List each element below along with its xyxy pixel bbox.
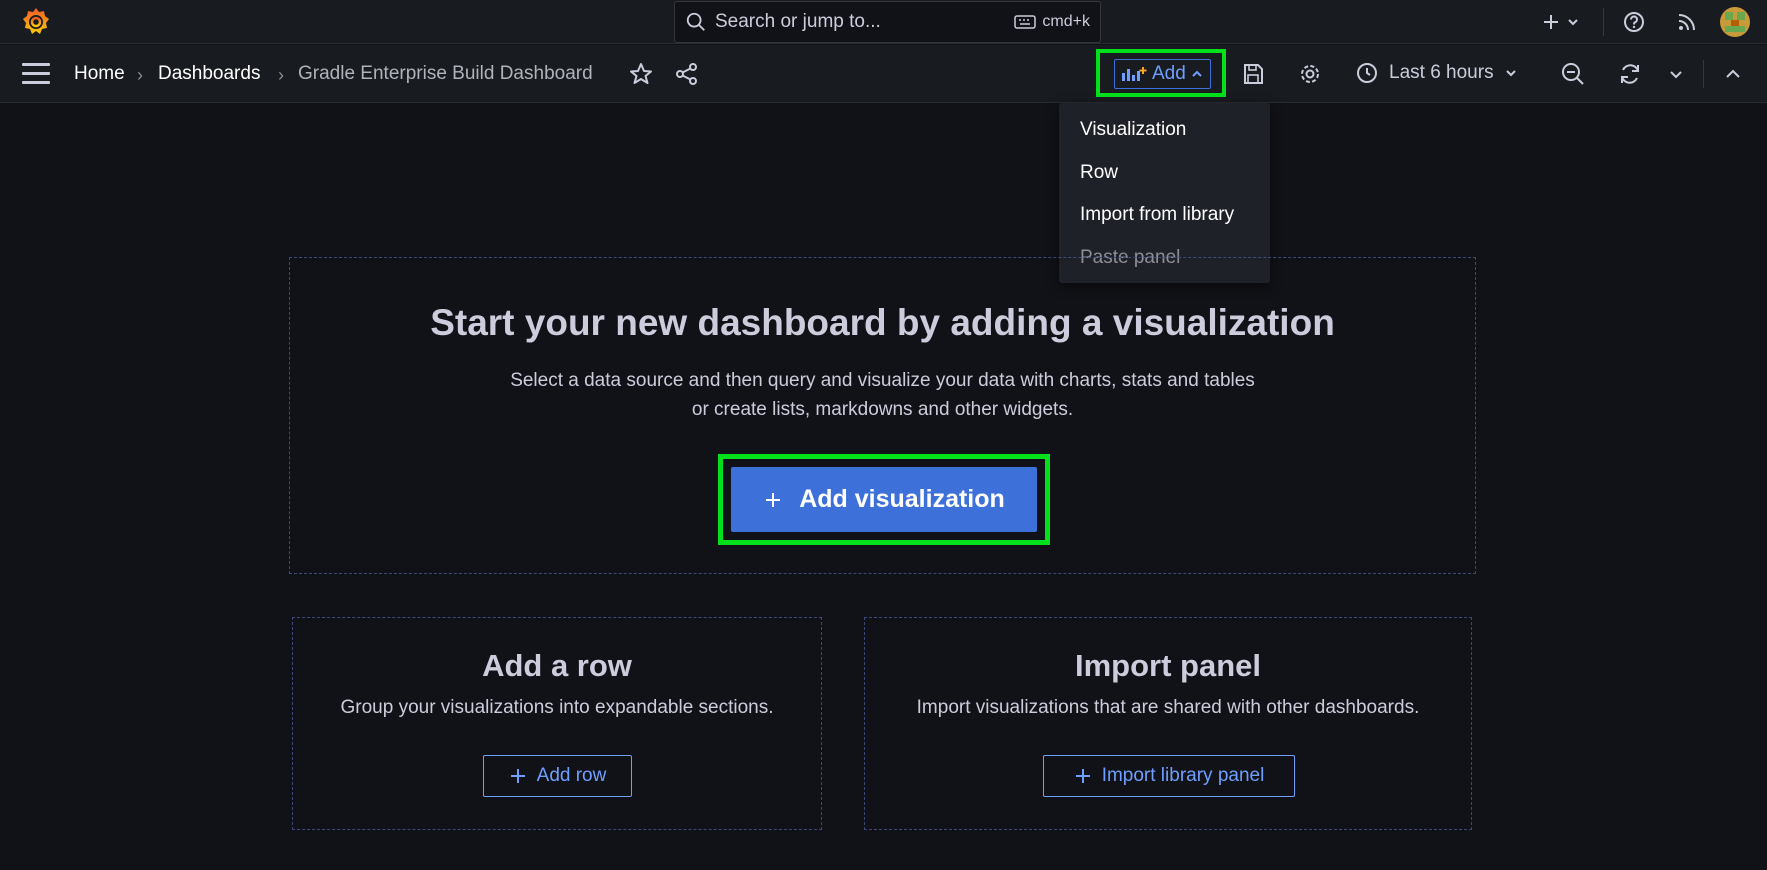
zoom-out-icon[interactable] — [1560, 61, 1586, 87]
time-range-label: Last 6 hours — [1389, 62, 1494, 83]
add-row-subtitle: Group your visualizations into expandabl… — [340, 697, 774, 718]
search-input[interactable]: Search or jump to... cmd+k — [674, 1, 1101, 43]
search-placeholder: Search or jump to... — [715, 11, 881, 32]
breadcrumb-separator-icon: › — [137, 65, 143, 85]
dashboard-nav-bar: Home › Dashboards › Gradle Enterprise Bu… — [0, 45, 1767, 103]
plus-icon — [766, 492, 781, 507]
add-panel-icon — [1122, 67, 1147, 81]
breadcrumb-current: Gradle Enterprise Build Dashboard — [298, 63, 593, 84]
divider — [1703, 60, 1704, 88]
import-panel-subtitle: Import visualizations that are shared wi… — [916, 697, 1420, 718]
import-library-panel-button[interactable]: Import library panel — [1043, 755, 1295, 797]
add-visualization-label: Add visualization — [799, 485, 1005, 513]
top-bar: Search or jump to... cmd+k — [0, 0, 1767, 44]
import-panel-card: Import panel Import visualizations that … — [864, 617, 1472, 830]
chevron-up-icon[interactable] — [1720, 61, 1746, 87]
breadcrumb-home[interactable]: Home — [74, 63, 125, 85]
star-icon[interactable] — [628, 61, 654, 87]
add-button[interactable]: Add — [1114, 59, 1211, 89]
chevron-down-icon[interactable] — [1566, 9, 1580, 35]
chevron-up-icon — [1192, 70, 1202, 77]
new-plus-icon[interactable] — [1538, 9, 1564, 35]
import-library-panel-label: Import library panel — [1101, 765, 1265, 786]
user-avatar[interactable] — [1720, 7, 1750, 37]
menu-item-import-from-library[interactable]: Import from library — [1059, 194, 1270, 237]
news-feed-icon[interactable] — [1674, 9, 1700, 35]
divider — [1603, 8, 1604, 36]
import-panel-title: Import panel — [1074, 648, 1261, 683]
time-range-picker[interactable]: Last 6 hours — [1355, 57, 1518, 89]
empty-state-subtitle: Select a data source and then query and … — [290, 366, 1475, 424]
help-icon[interactable] — [1621, 9, 1647, 35]
plus-icon — [510, 769, 525, 783]
clock-icon — [1357, 63, 1377, 83]
settings-gear-icon[interactable] — [1297, 61, 1323, 87]
add-button-label: Add — [1152, 63, 1186, 84]
search-shortcut: cmd+k — [1042, 13, 1090, 30]
plus-icon — [1075, 769, 1090, 783]
empty-state-subtitle-line2: or create lists, markdowns and other wid… — [691, 399, 1074, 420]
menu-toggle-icon[interactable] — [22, 63, 50, 85]
grafana-logo-icon[interactable] — [20, 6, 52, 38]
menu-item-row[interactable]: Row — [1059, 152, 1270, 195]
chevron-down-icon — [1505, 70, 1516, 77]
add-visualization-highlight: Add visualization — [718, 454, 1050, 545]
add-row-button-label: Add row — [536, 765, 607, 786]
add-row-title: Add a row — [482, 648, 632, 683]
search-icon — [686, 12, 705, 31]
breadcrumb-dashboards[interactable]: Dashboards — [158, 63, 260, 85]
add-row-button[interactable]: Add row — [483, 755, 632, 797]
save-icon[interactable] — [1240, 61, 1266, 87]
menu-item-visualization[interactable]: Visualization — [1059, 109, 1270, 152]
breadcrumb-separator-icon: › — [278, 65, 284, 85]
add-row-card: Add a row Group your visualizations into… — [292, 617, 822, 830]
keyboard-icon — [1014, 15, 1037, 29]
share-icon[interactable] — [674, 61, 700, 87]
refresh-icon[interactable] — [1617, 61, 1643, 87]
chevron-down-icon[interactable] — [1667, 61, 1685, 87]
empty-dashboard-panel: Start your new dashboard by adding a vis… — [289, 257, 1476, 574]
empty-state-title: Start your new dashboard by adding a vis… — [430, 302, 1335, 343]
empty-state-subtitle-line1: Select a data source and then query and … — [510, 370, 1255, 391]
add-button-highlight: Add — [1096, 49, 1226, 97]
add-visualization-button[interactable]: Add visualization — [731, 467, 1037, 532]
add-dropdown-menu: Visualization Row Import from library Pa… — [1059, 103, 1270, 283]
